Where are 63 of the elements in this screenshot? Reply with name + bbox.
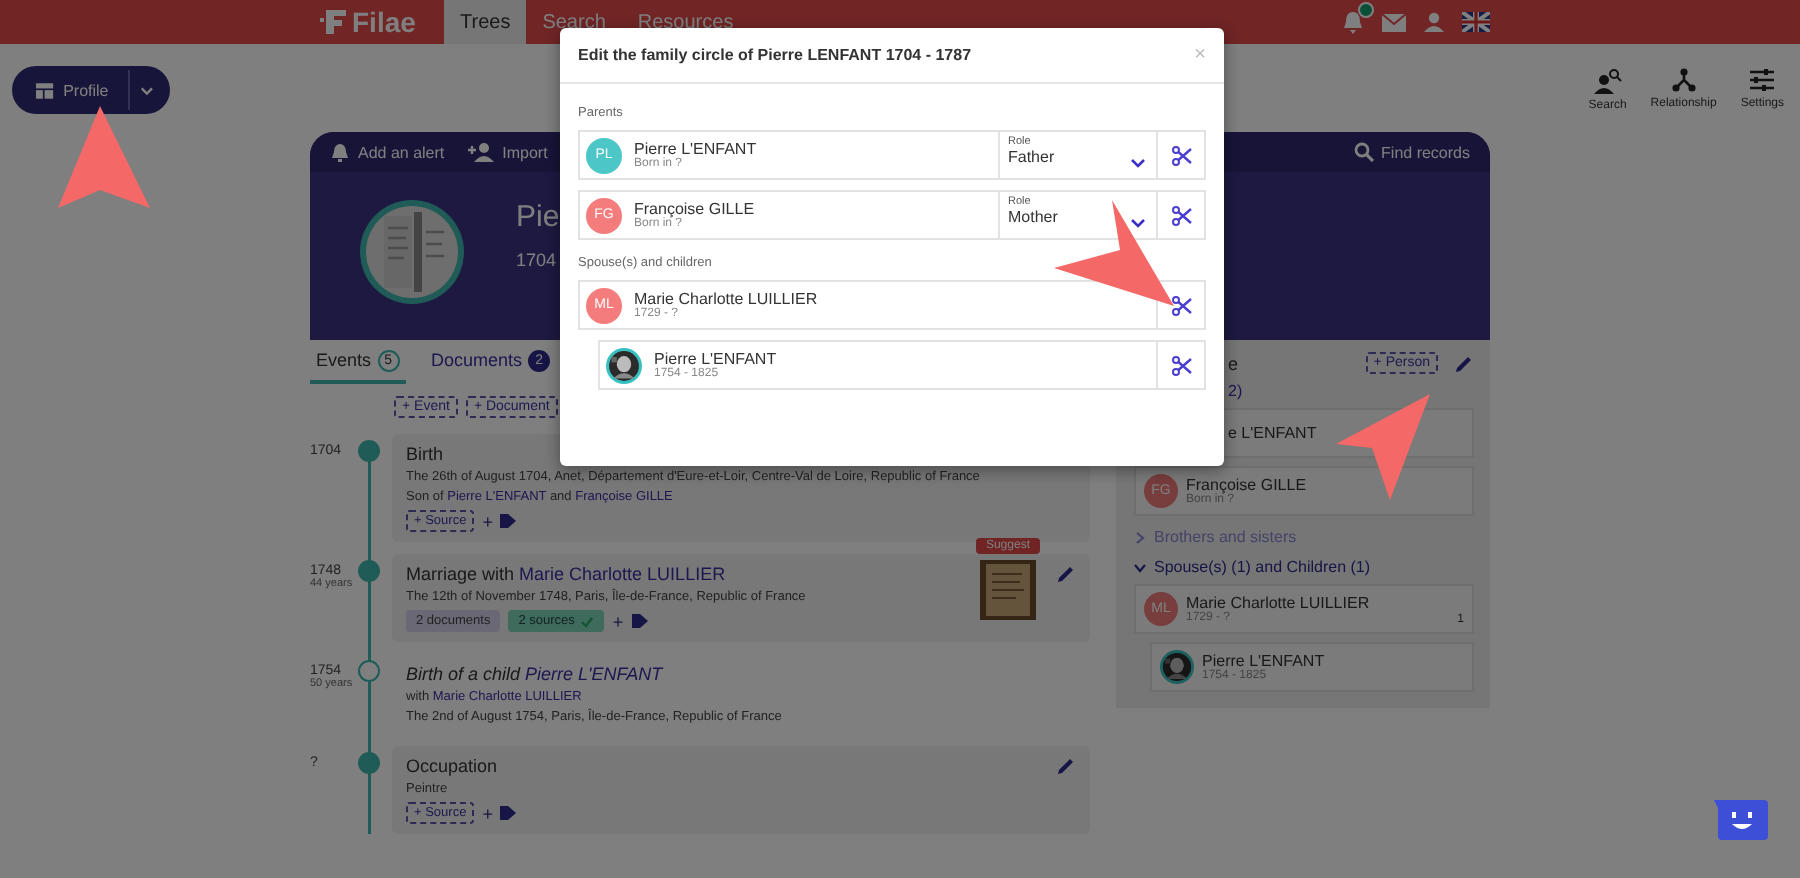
logo-icon (320, 8, 348, 36)
profile-action[interactable]: Add an alert (330, 142, 445, 162)
person-link[interactable]: Pierre L'ENFANT (525, 664, 663, 684)
profile-button[interactable]: Profile (12, 66, 170, 114)
person-name: Marie Charlotte LUILLIER (634, 290, 818, 308)
tag-icon[interactable] (500, 514, 517, 528)
profile-dates: 1704 (516, 250, 557, 270)
profile-label[interactable]: Profile (63, 81, 109, 99)
nav-tab[interactable]: Search (526, 0, 622, 44)
bell-plus-icon (330, 142, 350, 162)
pencil-icon[interactable] (1454, 353, 1474, 373)
scissors-icon (1171, 145, 1191, 165)
chevron-down-icon (1134, 561, 1146, 573)
person-name: e L'ENFANT (1228, 424, 1317, 442)
nav-tab[interactable]: Resources (621, 0, 750, 44)
person-search-icon (1593, 68, 1622, 94)
settings-icon (1750, 68, 1775, 92)
network-icon (1671, 68, 1696, 92)
scissors-icon (1171, 355, 1191, 375)
flag-icon[interactable] (1462, 12, 1490, 32)
bell-icon[interactable] (1342, 10, 1364, 34)
person-name: Françoise GILLE (634, 200, 755, 218)
profile-action[interactable]: Import (468, 142, 548, 162)
chat-bot-icon[interactable] (1714, 800, 1768, 840)
section-toggle[interactable]: Spouse(s) (1) and Children (1) (1134, 558, 1371, 576)
event-title: Occupation (406, 756, 498, 776)
dialog-title: Edit the family circle of Pierre LENFANT 1704 - 1787 (578, 46, 972, 64)
arrow-annotation (58, 106, 150, 208)
user-plus-icon (468, 142, 495, 162)
arrow-annotation (1054, 200, 1174, 306)
mail-icon[interactable] (1382, 13, 1406, 31)
person-name: Pierre L'ENFANT (634, 140, 757, 158)
chevron-down-icon (1130, 158, 1146, 168)
add-tag-button[interactable]: + (612, 611, 624, 631)
chevron-down-icon[interactable] (140, 85, 154, 95)
chevron-down-icon (1130, 218, 1146, 228)
event-title: Birth (406, 444, 444, 464)
arrow-annotation (1336, 394, 1430, 500)
person-name: Pierre L'ENFANT (1202, 652, 1325, 670)
search-icon (1353, 142, 1374, 162)
nav-tab[interactable]: Trees (444, 0, 527, 44)
person-name: Françoise GILLE (1186, 476, 1307, 494)
person-name: Marie Charlotte LUILLIER (1186, 594, 1370, 612)
pencil-icon[interactable] (1056, 756, 1076, 776)
person-name: Pierre L'ENFANT (654, 350, 777, 368)
parents-heading[interactable]: 2) (1228, 382, 1243, 400)
find-records-button[interactable]: Find records (1353, 142, 1470, 162)
pencil-icon[interactable] (1056, 564, 1076, 584)
logo-text[interactable]: Filae (352, 6, 416, 38)
profile-name: Pie (516, 200, 560, 234)
scissors-icon (1171, 295, 1191, 315)
add-tag-button[interactable]: + (482, 511, 493, 531)
add-tag-button[interactable]: + (482, 803, 493, 823)
user-icon[interactable] (1424, 12, 1444, 32)
scissors-icon (1171, 205, 1191, 225)
tag-icon[interactable] (631, 614, 648, 628)
event-title: Birth of a child Pierre L'ENFANT (406, 664, 663, 684)
person-link[interactable]: Marie Charlotte LUILLIER (519, 564, 726, 584)
panel-title: e (1228, 353, 1239, 373)
chevron-right-icon (1134, 531, 1146, 543)
layout-icon (36, 81, 54, 99)
tag-icon[interactable] (500, 806, 517, 820)
event-title: Marriage with Marie Charlotte LUILLIER (406, 564, 726, 584)
